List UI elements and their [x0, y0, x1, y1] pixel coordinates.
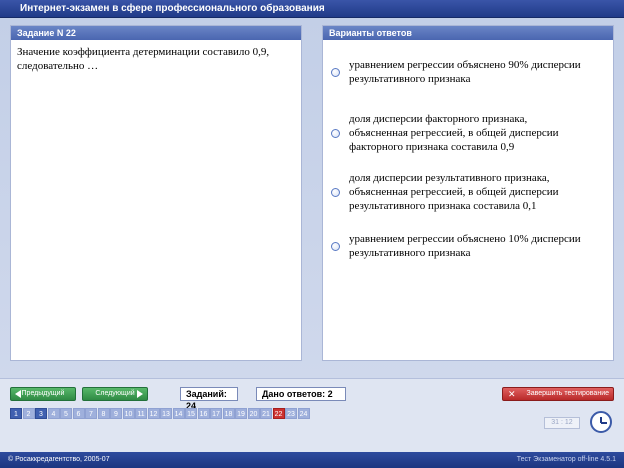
radio-button[interactable]: [331, 187, 340, 197]
version-info: Тест Экзаменатор off-line 4.5.1: [516, 456, 616, 463]
answer-line: объясненная регрессией, в общей дисперси…: [349, 186, 559, 198]
task-number-1[interactable]: 1: [10, 408, 22, 419]
answer-option-2[interactable]: доля дисперсии факторного признака, объя…: [331, 112, 609, 154]
answers-count: Дано ответов: 2: [256, 387, 346, 401]
task-number-11[interactable]: 11: [135, 408, 147, 419]
answer-line: факторного признака составила 0,9: [349, 141, 515, 153]
task-number-2[interactable]: 2: [22, 408, 35, 419]
task-number-5[interactable]: 5: [60, 408, 72, 419]
answer-line: объясненная регрессией, в общей дисперси…: [349, 127, 559, 139]
arrow-left-icon: [15, 390, 21, 398]
answer-line: результативного признака: [349, 73, 471, 85]
radio-button[interactable]: [331, 67, 340, 77]
task-number-19[interactable]: 19: [235, 408, 247, 419]
answer-text: уравнением регрессии объяснено 90% диспе…: [349, 58, 581, 86]
finish-label: Завершить тестирование: [526, 390, 610, 397]
task-number-9[interactable]: 9: [110, 408, 122, 419]
task-number-14[interactable]: 14: [172, 408, 185, 419]
task-number-15[interactable]: 15: [185, 408, 197, 419]
next-label: Следующий: [95, 390, 135, 397]
task-number-10[interactable]: 10: [122, 408, 135, 419]
question-text: Значение коэффициента детерминации соста…: [11, 40, 301, 78]
clock-icon: [590, 411, 612, 433]
prev-button[interactable]: Предыдущий: [10, 387, 76, 401]
answers-header: Варианты ответов: [323, 26, 613, 40]
prev-label: Предыдущий: [21, 390, 65, 397]
answer-line: уравнением регрессии объяснено 10% диспе…: [349, 233, 581, 245]
runner-icon: ✕: [508, 389, 516, 399]
radio-button[interactable]: [331, 128, 340, 138]
task-number-8[interactable]: 8: [97, 408, 110, 419]
arrow-right-icon: [137, 390, 143, 398]
task-number-7[interactable]: 7: [85, 408, 97, 419]
answer-line: результативного признака составила 0,1: [349, 200, 537, 212]
finish-test-button[interactable]: ✕ Завершить тестирование: [502, 387, 614, 401]
radio-button[interactable]: [331, 241, 340, 251]
answer-option-3[interactable]: доля дисперсии результативного признака,…: [331, 171, 609, 213]
answer-line: доля дисперсии результативного признака,: [349, 172, 550, 184]
tasks-count: Заданий: 24: [180, 387, 238, 411]
task-number-20[interactable]: 20: [247, 408, 260, 419]
question-panel: Задание N 22 Значение коэффициента детер…: [10, 25, 302, 361]
answer-option-4[interactable]: уравнением регрессии объяснено 10% диспе…: [331, 232, 609, 260]
question-header: Задание N 22: [11, 26, 301, 40]
task-number-22[interactable]: 22: [272, 408, 285, 419]
task-number-18[interactable]: 18: [222, 408, 235, 419]
answer-line: доля дисперсии факторного признака,: [349, 113, 528, 125]
answer-text: уравнением регрессии объяснено 10% диспе…: [349, 232, 581, 260]
task-number-23[interactable]: 23: [285, 408, 297, 419]
timer: 31 : 12: [544, 417, 580, 429]
next-button[interactable]: Следующий: [82, 387, 148, 401]
window-title: Интернет-экзамен в сфере профессионально…: [0, 0, 624, 18]
task-number-21[interactable]: 21: [260, 408, 272, 419]
question-text-line: Значение коэффициента детерминации соста…: [17, 46, 270, 58]
task-number-6[interactable]: 6: [72, 408, 85, 419]
task-number-strip: 1 2 3 4 5 6 7 8 9 10 11 12 13 14 15 16 17 18 19 20 21 22 23 24: [10, 408, 310, 419]
status-bar: © Росаккредагентство, 2005-07 Тест Экзам…: [0, 452, 624, 468]
copyright: © Росаккредагентство, 2005-07: [8, 456, 110, 463]
task-number-4[interactable]: 4: [47, 408, 60, 419]
task-number-17[interactable]: 17: [210, 408, 222, 419]
work-area: Задание N 22 Значение коэффициента детер…: [0, 18, 624, 378]
task-number-16[interactable]: 16: [197, 408, 210, 419]
task-number-24[interactable]: 24: [297, 408, 310, 419]
task-number-13[interactable]: 13: [160, 408, 172, 419]
answer-text: доля дисперсии факторного признака, объя…: [349, 112, 558, 154]
question-text-line: следовательно …: [17, 60, 99, 72]
task-number-3[interactable]: 3: [35, 408, 47, 419]
control-bar: Предыдущий Следующий Заданий: 24 Дано от…: [0, 378, 624, 452]
task-number-12[interactable]: 12: [147, 408, 160, 419]
answers-panel: Варианты ответов уравнением регрессии об…: [322, 25, 614, 361]
answer-line: результативного признака: [349, 247, 471, 259]
answer-option-1[interactable]: уравнением регрессии объяснено 90% диспе…: [331, 58, 609, 86]
answer-text: доля дисперсии результативного признака,…: [349, 171, 558, 213]
answer-line: уравнением регрессии объяснено 90% диспе…: [349, 59, 581, 71]
